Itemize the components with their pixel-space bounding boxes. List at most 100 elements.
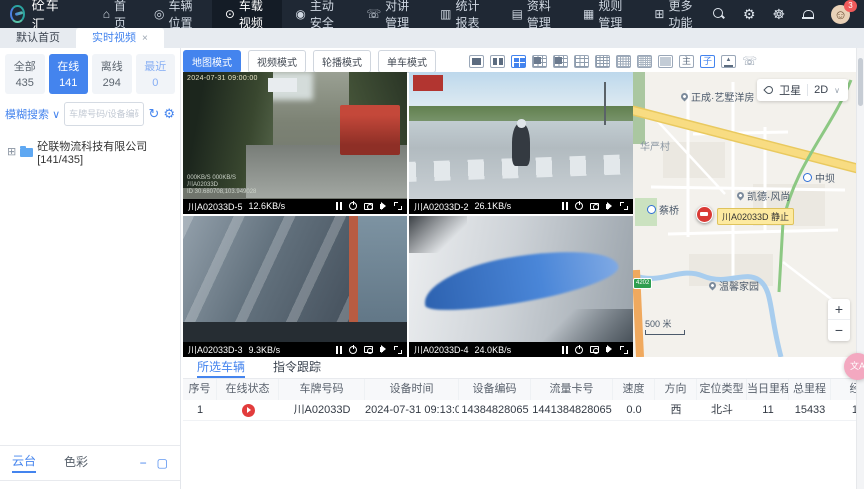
page-scrollbar[interactable] (856, 48, 864, 489)
layout-1-icon[interactable] (469, 55, 484, 68)
expand-icon[interactable]: ⊞ (7, 147, 16, 158)
layout-8-icon[interactable] (553, 55, 568, 68)
search-icon[interactable] (712, 7, 726, 21)
filter-online[interactable]: 在线141 (49, 54, 89, 94)
close-tab-icon[interactable]: × (142, 33, 148, 44)
settings-gear-icon[interactable]: ⚙ (743, 7, 756, 21)
map-view-control[interactable]: 卫星 2D ∨ (757, 79, 848, 101)
sub-stream-icon[interactable]: 子 (700, 55, 715, 68)
layout-25-icon[interactable] (616, 55, 631, 68)
snapshot-icon[interactable] (590, 203, 599, 210)
tab-color[interactable]: 色彩 (64, 453, 88, 472)
layout-6-icon[interactable] (532, 55, 547, 68)
search-row: 模糊搜索 ∨ ↻ ⚙ (0, 100, 180, 126)
video-plate-label: 川A02033D-5 (188, 200, 243, 213)
table-row[interactable]: 1 川A02033D 2024-07-31 09:13:07 143848280… (183, 400, 856, 421)
split-layout-icons: 主 子 ▲ ☏ (469, 55, 755, 68)
view-mode-label[interactable]: 2D (814, 84, 828, 96)
pause-icon[interactable] (562, 202, 568, 210)
translate-float-button[interactable]: 文A (844, 353, 864, 380)
power-icon[interactable] (575, 346, 583, 354)
power-icon[interactable] (575, 202, 583, 210)
user-avatar[interactable]: ☺ 3 (831, 5, 850, 24)
layout-2-icon[interactable] (490, 55, 505, 68)
video-bitrate: 12.6KB/s (249, 201, 286, 211)
video-tile-1[interactable]: 2024-07-31 09:00:00 000KB/S 000KB/S 川A02… (183, 72, 407, 214)
location-icon: ◎ (154, 8, 164, 20)
power-icon[interactable] (349, 202, 357, 210)
speaker-icon[interactable] (606, 204, 609, 209)
tab-default-home[interactable]: 默认首页 (0, 28, 76, 48)
refresh-icon[interactable]: ↻ (148, 106, 159, 122)
zoom-in-button[interactable]: + (828, 299, 850, 320)
nav-item-more[interactable]: ⊞更多功能 (641, 0, 711, 28)
search-mode-dropdown[interactable]: 模糊搜索 ∨ (5, 106, 60, 122)
single-vehicle-mode-button[interactable]: 单车模式 (378, 50, 436, 73)
speaker-icon[interactable] (380, 204, 383, 209)
nav-item-rule-management[interactable]: ▦规则管理 (570, 0, 641, 28)
video-mode-button[interactable]: 视频模式 (248, 50, 306, 73)
fullscreen-icon[interactable] (620, 202, 628, 210)
fullscreen-icon[interactable] (620, 346, 628, 354)
satellite-label[interactable]: 卫星 (779, 82, 801, 98)
search-input[interactable] (64, 102, 144, 126)
tab-selected-vehicles[interactable]: 所选车辆 (197, 357, 245, 378)
zoom-out-button[interactable]: − (828, 320, 850, 341)
nav-item-intercom[interactable]: ☏对讲管理 (353, 0, 427, 28)
nav-item-vehicle-video[interactable]: ⊙车载视频 (212, 0, 282, 28)
snapshot-icon[interactable] (590, 346, 599, 353)
video-icon: ⊙ (225, 8, 235, 20)
fullscreen-icon[interactable] (394, 346, 402, 354)
video-caption-bar: 川A02033D-5 12.6KB/s (183, 199, 407, 214)
pause-icon[interactable] (336, 202, 342, 210)
pause-icon[interactable] (336, 346, 342, 354)
filter-all[interactable]: 全部435 (5, 54, 45, 94)
video-bitrate: 9.3KB/s (249, 345, 281, 355)
layout-36-icon[interactable] (637, 55, 652, 68)
map-mode-button[interactable]: 地图模式 (183, 50, 241, 73)
billboard-shape (413, 75, 442, 91)
speaker-icon[interactable] (606, 347, 609, 352)
video-tile-4[interactable]: 川A02033D-4 24.0KB/s (409, 216, 633, 358)
vehicle-marker-icon[interactable] (696, 206, 713, 223)
speaker-icon[interactable] (380, 347, 383, 352)
snapshot-icon[interactable] (364, 203, 373, 210)
audio-call-icon[interactable]: ☏ (742, 55, 755, 68)
filter-offline[interactable]: 离线294 (92, 54, 132, 94)
snapshot-icon[interactable] (364, 346, 373, 353)
video-tile-3[interactable]: 川A02033D-3 9.3KB/s (183, 216, 407, 358)
layout-wide-icon[interactable] (658, 55, 673, 68)
notification-badge: 3 (844, 0, 857, 12)
steering-wheel-icon[interactable]: ☸ (772, 7, 785, 21)
restore-icon[interactable]: ▢ (157, 456, 168, 470)
map-panel[interactable]: 正成·艺墅洋房 华严村 中坝 凯德·风尚 蔡桥 温馨家园 川A02033D 静止… (633, 72, 856, 357)
nav-item-vehicle-location[interactable]: ◎车辆位置 (141, 0, 212, 28)
tab-command-trace[interactable]: 指令跟踪 (273, 357, 321, 378)
nav-item-active-safety[interactable]: ◉主动安全 (282, 0, 353, 28)
filter-recent[interactable]: 最近0 (136, 54, 176, 94)
nav-item-data-management[interactable]: ▤资料管理 (499, 0, 570, 28)
layout-16-icon[interactable] (595, 55, 610, 68)
minimize-icon[interactable]: − (140, 456, 147, 470)
vehicle-status-label[interactable]: 川A02033D 静止 (717, 208, 794, 225)
tree-settings-icon[interactable]: ⚙ (163, 106, 175, 122)
nav-item-home[interactable]: ⌂首页 (90, 0, 141, 28)
pause-icon[interactable] (562, 346, 568, 354)
power-icon[interactable] (349, 346, 357, 354)
tab-ptz[interactable]: 云台 (12, 452, 36, 473)
carousel-mode-button[interactable]: 轮播模式 (313, 50, 371, 73)
nav-item-reports[interactable]: ▥统计报表 (427, 0, 498, 28)
alarm-icon[interactable] (802, 8, 814, 20)
fullscreen-icon[interactable] (394, 202, 402, 210)
layout-4-icon[interactable] (511, 55, 526, 68)
layout-9-icon[interactable] (574, 55, 589, 68)
vehicle-detail-panel: 所选车辆 指令跟踪 序号 在线状态 车牌号码 设备时间 设备编码 流量卡号 速度… (183, 357, 856, 489)
map-station-caiqiao: 蔡桥 (647, 202, 679, 217)
video-tile-2[interactable]: 川A02033D-2 26.1KB/s (409, 72, 633, 214)
eject-icon[interactable]: ▲ (721, 55, 736, 68)
main-stream-icon[interactable]: 主 (679, 55, 694, 68)
company-tree-node[interactable]: ⊞ 砼联物流科技有限公司[141/435] (0, 126, 180, 178)
video-plate-label: 川A02033D-3 (188, 343, 243, 356)
tab-live-video[interactable]: 实时视频× (76, 28, 164, 48)
scrollbar-thumb[interactable] (858, 58, 863, 106)
